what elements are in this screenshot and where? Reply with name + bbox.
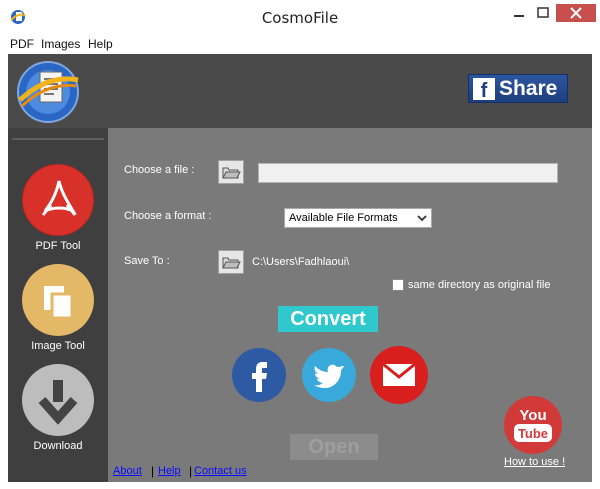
menu-images[interactable]: Images [41,37,80,51]
menu-bar: PDF Images Help [0,34,600,54]
chevron-down-icon [417,215,427,222]
minimize-icon[interactable] [508,4,530,22]
download-button[interactable] [22,364,94,436]
email-button[interactable] [370,346,428,404]
twitter-button[interactable] [302,348,356,402]
open-button[interactable]: Open [290,434,378,460]
cosmofile-logo-icon [14,58,82,126]
format-select[interactable]: Available File Formats [284,208,432,228]
help-link[interactable]: Help [158,465,181,477]
pdf-tool-button[interactable] [22,164,94,236]
save-path: C:\Users\Fadhlaoui\ [252,256,350,268]
footer-separator: | [189,464,193,478]
share-button[interactable]: f Share [468,74,568,103]
youtube-you-text: You [519,407,546,424]
browse-save-button[interactable] [218,250,244,274]
convert-button[interactable]: Convert [278,306,378,332]
image-icon [44,286,74,320]
save-to-label: Save To : [124,255,170,267]
image-tool-label[interactable]: Image Tool [8,340,108,352]
facebook-f-icon: f [473,78,495,102]
facebook-icon [252,362,267,392]
download-icon [38,380,78,425]
choose-format-label: Choose a format : [124,210,212,222]
folder-icon [222,257,241,269]
folder-icon [222,167,241,179]
footer-separator: | [151,464,155,478]
image-tool-button[interactable] [22,264,94,336]
about-link[interactable]: About [113,465,142,477]
client-area: f Share PDF Tool Image Tool Download Cho… [8,54,592,482]
youtube-icon: You Tube [514,407,552,442]
choose-file-label: Choose a file : [124,164,195,176]
sidebar-divider [12,138,104,140]
browse-file-button[interactable] [218,160,244,184]
same-directory-label: same directory as original file [408,279,551,291]
youtube-tube-text: Tube [518,426,548,441]
pdf-icon [41,180,77,216]
sidebar: PDF Tool Image Tool Download [8,128,108,482]
maximize-icon[interactable] [532,4,554,22]
title-bar: CosmoFile [0,0,600,34]
twitter-bird-icon [314,364,344,388]
facebook-button[interactable] [232,348,286,402]
menu-pdf[interactable]: PDF [10,37,34,51]
menu-help[interactable]: Help [88,37,113,51]
file-path-input[interactable] [258,163,558,183]
download-label[interactable]: Download [8,440,108,452]
main-panel: Choose a file : Choose a format : Availa… [108,128,592,482]
contact-us-link[interactable]: Contact us [194,465,247,477]
how-to-use-link[interactable]: How to use ! [504,456,565,468]
email-icon [382,362,416,386]
format-select-value: Available File Formats [289,212,398,224]
pdf-tool-label[interactable]: PDF Tool [8,240,108,252]
header: f Share [8,54,592,128]
share-label: Share [499,77,558,100]
youtube-button[interactable]: You Tube [504,396,562,454]
same-directory-checkbox[interactable] [392,279,404,291]
close-icon[interactable] [556,4,596,22]
